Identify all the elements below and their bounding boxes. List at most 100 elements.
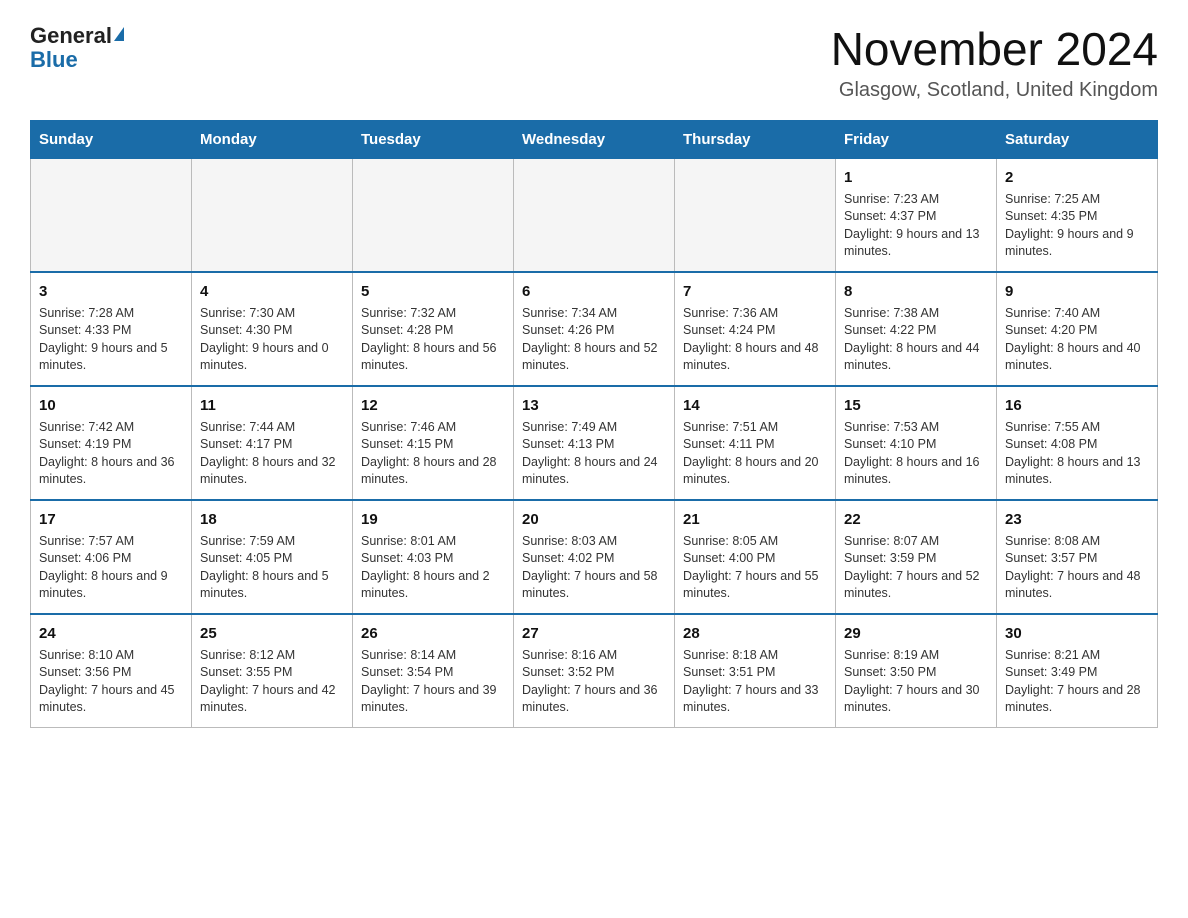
calendar-cell	[675, 158, 836, 272]
calendar-cell	[192, 158, 353, 272]
page-subtitle: Glasgow, Scotland, United Kingdom	[831, 79, 1158, 102]
day-number: 5	[361, 281, 505, 302]
day-number: 9	[1005, 281, 1149, 302]
day-number: 26	[361, 623, 505, 644]
calendar-cell: 16Sunrise: 7:55 AMSunset: 4:08 PMDayligh…	[997, 386, 1158, 500]
weekday-header-wednesday: Wednesday	[514, 120, 675, 158]
calendar-cell: 30 Sunrise: 8:21 AMSunset: 3:49 PMDayligh…	[997, 614, 1158, 728]
day-info: Sunrise: 8:08 AMSunset: 3:57 PMDaylight:…	[1005, 533, 1149, 603]
day-info: Sunrise: 7:59 AMSunset: 4:05 PMDaylight:…	[200, 533, 344, 603]
day-info: Sunrise: 7:23 AMSunset: 4:37 PMDaylight:…	[844, 191, 988, 261]
calendar-cell: 22 Sunrise: 8:07 AMSunset: 3:59 PMDayligh…	[836, 500, 997, 614]
calendar-cell: 2 Sunrise: 7:25 AMSunset: 4:35 PMDaylight…	[997, 158, 1158, 272]
calendar-cell: 5 Sunrise: 7:32 AMSunset: 4:28 PMDaylight…	[353, 272, 514, 386]
calendar-cell: 20 Sunrise: 8:03 AMSunset: 4:02 PMDayligh…	[514, 500, 675, 614]
weekday-header-thursday: Thursday	[675, 120, 836, 158]
calendar-cell: 7 Sunrise: 7:36 AMSunset: 4:24 PMDaylight…	[675, 272, 836, 386]
day-number: 13	[522, 395, 666, 416]
calendar-cell: 3 Sunrise: 7:28 AMSunset: 4:33 PMDaylight…	[31, 272, 192, 386]
calendar-cell: 28 Sunrise: 8:18 AMSunset: 3:51 PMDayligh…	[675, 614, 836, 728]
day-number: 10	[39, 395, 183, 416]
day-number: 6	[522, 281, 666, 302]
day-info: Sunrise: 7:32 AMSunset: 4:28 PMDaylight:…	[361, 305, 505, 375]
logo-blue-text: Blue	[30, 47, 78, 72]
calendar-header-row: SundayMondayTuesdayWednesdayThursdayFrid…	[31, 120, 1158, 158]
page-header: General Blue November 2024 Glasgow, Scot…	[30, 24, 1158, 102]
day-info: Sunrise: 7:46 AMSunset: 4:15 PMDaylight:…	[361, 419, 505, 489]
day-info: Sunrise: 7:34 AMSunset: 4:26 PMDaylight:…	[522, 305, 666, 375]
calendar-cell: 14Sunrise: 7:51 AMSunset: 4:11 PMDayligh…	[675, 386, 836, 500]
calendar-cell: 17Sunrise: 7:57 AMSunset: 4:06 PMDayligh…	[31, 500, 192, 614]
calendar-cell: 21 Sunrise: 8:05 AMSunset: 4:00 PMDayligh…	[675, 500, 836, 614]
day-number: 19	[361, 509, 505, 530]
calendar-cell: 9 Sunrise: 7:40 AMSunset: 4:20 PMDaylight…	[997, 272, 1158, 386]
day-info: Sunrise: 7:51 AMSunset: 4:11 PMDaylight:…	[683, 419, 827, 489]
day-number: 29	[844, 623, 988, 644]
day-number: 12	[361, 395, 505, 416]
calendar-week-row: 10 Sunrise: 7:42 AMSunset: 4:19 PMDayligh…	[31, 386, 1158, 500]
day-info: Sunrise: 7:38 AMSunset: 4:22 PMDaylight:…	[844, 305, 988, 375]
calendar-cell: 4 Sunrise: 7:30 AMSunset: 4:30 PMDaylight…	[192, 272, 353, 386]
logo: General Blue	[30, 24, 124, 72]
day-info: Sunrise: 8:19 AMSunset: 3:50 PMDaylight:…	[844, 647, 988, 717]
calendar-cell: 26 Sunrise: 8:14 AMSunset: 3:54 PMDayligh…	[353, 614, 514, 728]
day-number: 18	[200, 509, 344, 530]
calendar-cell: 12 Sunrise: 7:46 AMSunset: 4:15 PMDayligh…	[353, 386, 514, 500]
day-info: Sunrise: 7:55 AMSunset: 4:08 PMDaylight:…	[1005, 419, 1149, 489]
day-info: Sunrise: 8:14 AMSunset: 3:54 PMDaylight:…	[361, 647, 505, 717]
day-info: Sunrise: 8:05 AMSunset: 4:00 PMDaylight:…	[683, 533, 827, 603]
day-info: Sunrise: 8:18 AMSunset: 3:51 PMDaylight:…	[683, 647, 827, 717]
calendar-cell: 19 Sunrise: 8:01 AMSunset: 4:03 PMDayligh…	[353, 500, 514, 614]
day-info: Sunrise: 8:21 AMSunset: 3:49 PMDaylight:…	[1005, 647, 1149, 717]
day-number: 17	[39, 509, 183, 530]
calendar-cell: 24Sunrise: 8:10 AMSunset: 3:56 PMDayligh…	[31, 614, 192, 728]
day-number: 20	[522, 509, 666, 530]
calendar-cell: 8Sunrise: 7:38 AMSunset: 4:22 PMDaylight…	[836, 272, 997, 386]
calendar-cell: 29 Sunrise: 8:19 AMSunset: 3:50 PMDayligh…	[836, 614, 997, 728]
calendar-table: SundayMondayTuesdayWednesdayThursdayFrid…	[30, 120, 1158, 728]
calendar-cell: 6 Sunrise: 7:34 AMSunset: 4:26 PMDaylight…	[514, 272, 675, 386]
day-info: Sunrise: 7:40 AMSunset: 4:20 PMDaylight:…	[1005, 305, 1149, 375]
day-number: 2	[1005, 167, 1149, 188]
day-info: Sunrise: 8:03 AMSunset: 4:02 PMDaylight:…	[522, 533, 666, 603]
day-number: 27	[522, 623, 666, 644]
day-info: Sunrise: 7:53 AMSunset: 4:10 PMDaylight:…	[844, 419, 988, 489]
day-info: Sunrise: 7:25 AMSunset: 4:35 PMDaylight:…	[1005, 191, 1149, 261]
weekday-header-sunday: Sunday	[31, 120, 192, 158]
weekday-header-saturday: Saturday	[997, 120, 1158, 158]
title-block: November 2024 Glasgow, Scotland, United …	[831, 24, 1158, 102]
day-info: Sunrise: 8:01 AMSunset: 4:03 PMDaylight:…	[361, 533, 505, 603]
day-number: 3	[39, 281, 183, 302]
weekday-header-friday: Friday	[836, 120, 997, 158]
day-number: 21	[683, 509, 827, 530]
calendar-cell	[514, 158, 675, 272]
day-info: Sunrise: 7:49 AMSunset: 4:13 PMDaylight:…	[522, 419, 666, 489]
logo-triangle-icon	[114, 27, 124, 41]
calendar-cell	[353, 158, 514, 272]
day-info: Sunrise: 8:07 AMSunset: 3:59 PMDaylight:…	[844, 533, 988, 603]
calendar-week-row: 17Sunrise: 7:57 AMSunset: 4:06 PMDayligh…	[31, 500, 1158, 614]
day-number: 25	[200, 623, 344, 644]
day-info: Sunrise: 7:42 AMSunset: 4:19 PMDaylight:…	[39, 419, 183, 489]
calendar-cell: 25Sunrise: 8:12 AMSunset: 3:55 PMDayligh…	[192, 614, 353, 728]
day-number: 22	[844, 509, 988, 530]
calendar-week-row: 1 Sunrise: 7:23 AMSunset: 4:37 PMDaylight…	[31, 158, 1158, 272]
day-info: Sunrise: 7:28 AMSunset: 4:33 PMDaylight:…	[39, 305, 183, 375]
day-number: 7	[683, 281, 827, 302]
calendar-cell: 13 Sunrise: 7:49 AMSunset: 4:13 PMDayligh…	[514, 386, 675, 500]
day-number: 4	[200, 281, 344, 302]
calendar-cell: 15Sunrise: 7:53 AMSunset: 4:10 PMDayligh…	[836, 386, 997, 500]
day-number: 23	[1005, 509, 1149, 530]
day-info: Sunrise: 7:36 AMSunset: 4:24 PMDaylight:…	[683, 305, 827, 375]
day-number: 28	[683, 623, 827, 644]
day-info: Sunrise: 8:16 AMSunset: 3:52 PMDaylight:…	[522, 647, 666, 717]
calendar-cell: 18 Sunrise: 7:59 AMSunset: 4:05 PMDayligh…	[192, 500, 353, 614]
day-number: 30	[1005, 623, 1149, 644]
day-info: Sunrise: 8:10 AMSunset: 3:56 PMDaylight:…	[39, 647, 183, 717]
day-number: 1	[844, 167, 988, 188]
day-info: Sunrise: 7:30 AMSunset: 4:30 PMDaylight:…	[200, 305, 344, 375]
calendar-cell: 1 Sunrise: 7:23 AMSunset: 4:37 PMDaylight…	[836, 158, 997, 272]
calendar-cell: 10 Sunrise: 7:42 AMSunset: 4:19 PMDayligh…	[31, 386, 192, 500]
logo-general-text: General	[30, 24, 112, 48]
calendar-week-row: 24Sunrise: 8:10 AMSunset: 3:56 PMDayligh…	[31, 614, 1158, 728]
